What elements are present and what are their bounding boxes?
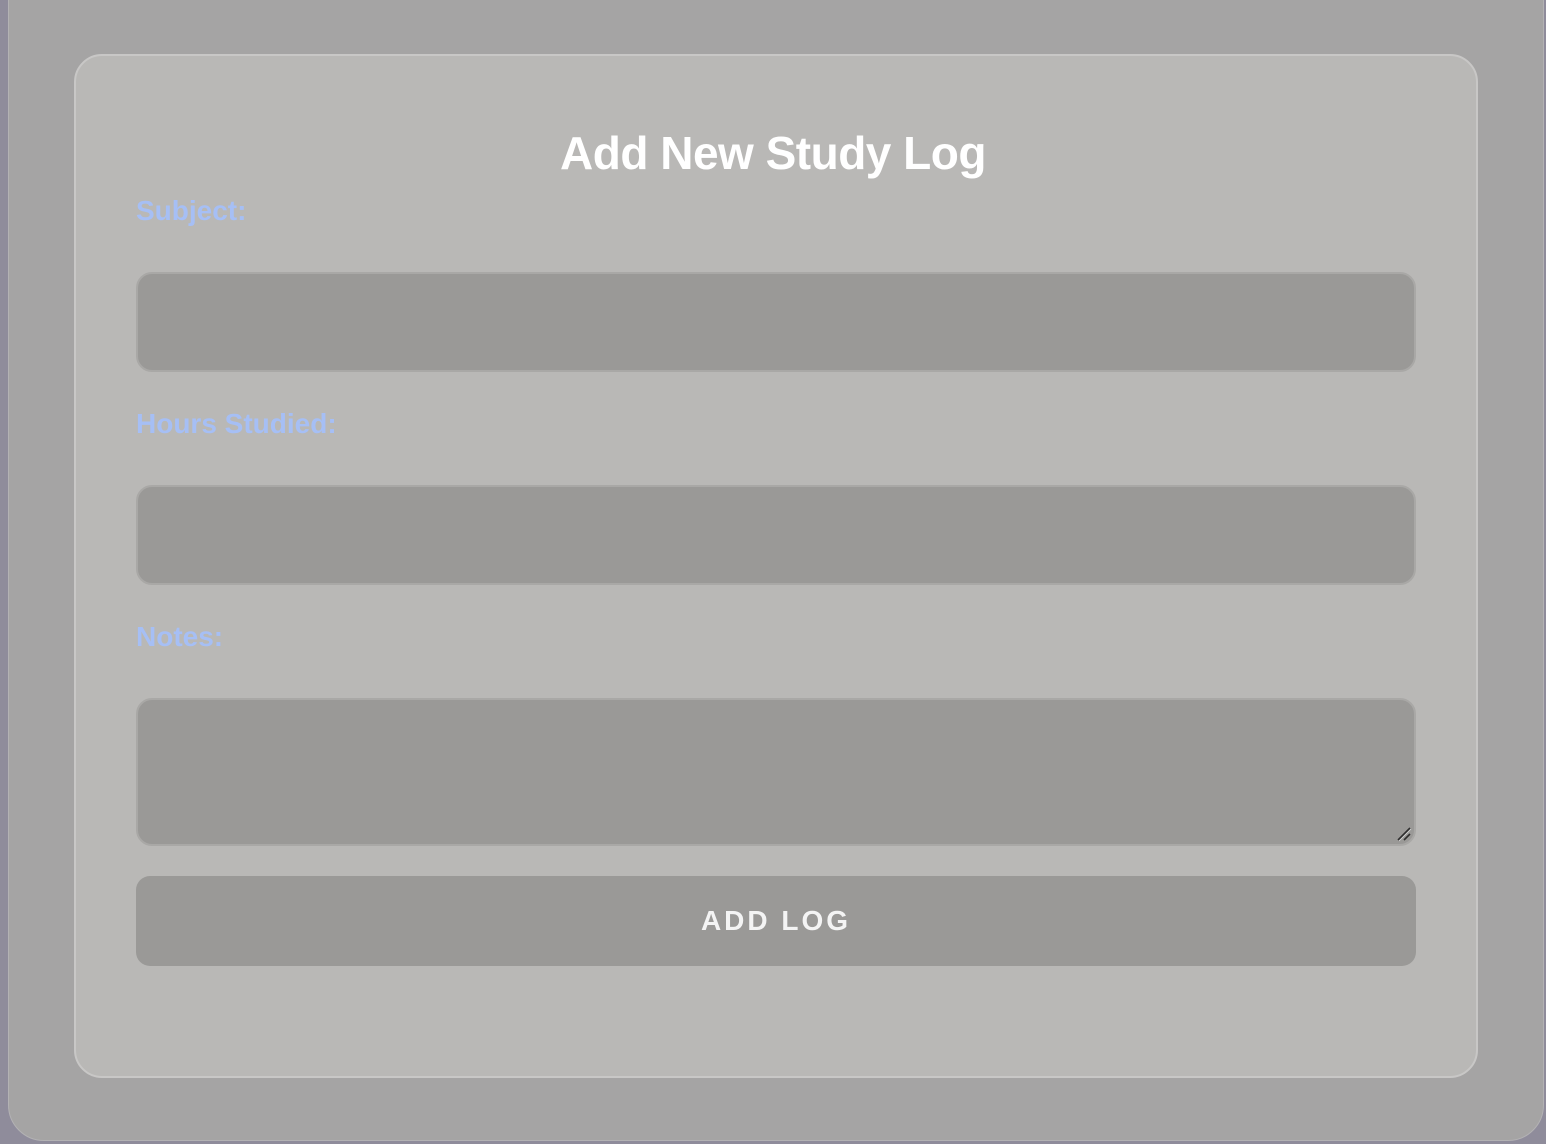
subject-label: Subject: bbox=[136, 195, 247, 226]
notes-label: Notes: bbox=[136, 621, 224, 652]
resize-grip-icon[interactable] bbox=[1396, 826, 1412, 842]
hours-studied-input[interactable] bbox=[136, 485, 1416, 585]
notes-textarea[interactable] bbox=[136, 698, 1416, 846]
add-log-button[interactable]: ADD LOG bbox=[136, 876, 1416, 966]
subject-input[interactable] bbox=[136, 272, 1416, 372]
form-title: Add New Study Log bbox=[560, 127, 986, 179]
hours-studied-label: Hours Studied: bbox=[136, 408, 337, 439]
